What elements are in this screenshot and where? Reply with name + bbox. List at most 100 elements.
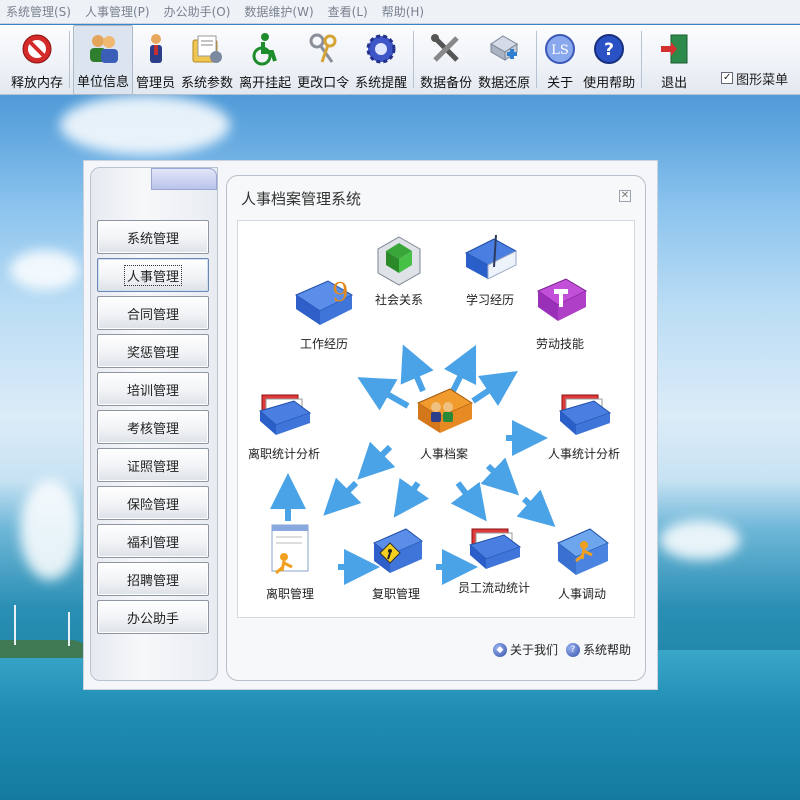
arrow-to-rehire <box>393 477 430 518</box>
menu-personnel[interactable]: 人事管理(P) <box>85 3 150 20</box>
about-us-link[interactable]: ◆ 关于我们 <box>492 641 558 658</box>
data-restore-label: 数据还原 <box>478 76 531 91</box>
arrow-to-labor-skills <box>471 371 518 406</box>
node-label: 工作经历 <box>299 337 348 351</box>
logo-icon: LS <box>543 32 577 66</box>
sidebar-item-label: 保险管理 <box>126 497 179 513</box>
sidebar-item-rewards[interactable]: 奖惩管理 <box>97 334 209 368</box>
node-label: 复职管理 <box>371 587 420 601</box>
toolbar-separator <box>536 31 538 88</box>
cloud <box>20 480 80 580</box>
sidebar-item-office-assistant[interactable]: 办公助手 <box>97 600 209 634</box>
system-help-label: 系统帮助 <box>582 643 631 657</box>
cloud <box>10 250 80 290</box>
node-label: 人事调动 <box>557 587 606 601</box>
folder-stats-icon <box>558 394 612 435</box>
system-params-label: 系统参数 <box>181 76 234 91</box>
unit-info-button[interactable]: 单位信息 <box>73 25 134 95</box>
graphic-menu-label: 图形菜单 <box>736 72 789 88</box>
sidebar-item-label: 系统管理 <box>126 231 179 247</box>
sidebar-tab <box>151 168 217 190</box>
sidebar-item-system[interactable]: 系统管理 <box>97 220 209 254</box>
leave-suspend-button[interactable]: 离开挂起 <box>236 25 294 95</box>
node-label: 离职管理 <box>265 587 314 601</box>
data-backup-button[interactable]: 数据备份 <box>417 25 475 95</box>
work-history-icon: 9 <box>294 278 354 325</box>
cloud <box>660 520 740 560</box>
arrow-to-resign-stats <box>357 441 396 480</box>
wind-turbine <box>14 605 16 645</box>
node-label: 离职统计分析 <box>248 447 321 461</box>
node-label: 劳动技能 <box>535 337 584 351</box>
folder-stats-icon <box>468 528 522 569</box>
admin-label: 管理员 <box>136 76 176 91</box>
close-icon[interactable]: ✕ <box>619 190 631 202</box>
gear-icon <box>364 32 398 66</box>
sidebar-item-label: 人事管理 <box>123 264 183 286</box>
admin-button[interactable]: 管理员 <box>133 25 178 95</box>
menu-bar: 系统管理(S) 人事管理(P) 办公助手(O) 数据维护(W) 查看(L) 帮助… <box>0 0 800 24</box>
sidebar-item-label: 奖惩管理 <box>126 345 179 361</box>
sidebar-item-personnel[interactable]: 人事管理 <box>97 258 209 292</box>
users-icon <box>86 31 120 65</box>
node-work-history[interactable]: 9 工作经历 <box>292 271 356 352</box>
node-resign-stats[interactable]: 离职统计分析 <box>248 387 320 462</box>
cloud <box>60 95 230 155</box>
menu-view[interactable]: 查看(L) <box>328 3 368 20</box>
document-runner-icon <box>271 524 309 575</box>
node-staff-flow-stats[interactable]: 员工流动统计 <box>458 521 530 596</box>
about-button[interactable]: LS 关于 <box>540 25 580 95</box>
release-memory-button[interactable]: 释放内存 <box>8 25 66 95</box>
leave-suspend-label: 离开挂起 <box>239 76 292 91</box>
node-personnel-stats[interactable]: 人事统计分析 <box>548 387 620 462</box>
system-params-button[interactable]: 系统参数 <box>178 25 236 95</box>
personnel-file-icon <box>416 388 474 433</box>
sidebar-item-training[interactable]: 培训管理 <box>97 372 209 406</box>
node-study-history[interactable]: 学习经历 <box>460 233 520 308</box>
arrow-to-staff-flow <box>450 481 487 522</box>
svg-text:LS: LS <box>551 43 569 58</box>
sidebar-item-label: 招聘管理 <box>126 573 179 589</box>
menu-office[interactable]: 办公助手(O) <box>164 3 231 20</box>
node-labor-skills[interactable]: 劳动技能 <box>530 271 590 352</box>
data-backup-label: 数据备份 <box>420 76 473 91</box>
svg-text:9: 9 <box>332 278 349 308</box>
sidebar-item-label: 办公助手 <box>126 611 179 627</box>
arrow-to-transfer-1 <box>480 457 520 496</box>
usage-help-button[interactable]: ? 使用帮助 <box>580 25 638 95</box>
menu-data[interactable]: 数据维护(W) <box>244 3 313 20</box>
node-social-relations[interactable]: 社会关系 <box>372 233 426 308</box>
about-label: 关于 <box>547 76 574 91</box>
usage-help-label: 使用帮助 <box>583 76 636 91</box>
release-memory-label: 释放内存 <box>11 76 64 91</box>
menu-help[interactable]: 帮助(H) <box>382 3 424 20</box>
menu-system[interactable]: 系统管理(S) <box>6 3 71 20</box>
system-help-link[interactable]: ? 系统帮助 <box>565 641 631 658</box>
sidebar-item-recruitment[interactable]: 招聘管理 <box>97 562 209 596</box>
node-label: 员工流动统计 <box>458 581 531 595</box>
node-personnel-file[interactable]: 人事档案 <box>412 381 476 462</box>
node-label: 社会关系 <box>374 293 423 307</box>
node-label: 学习经历 <box>465 293 514 307</box>
content-panel: 人事档案管理系统 ✕ 社会关系 学习经历 9 工作经历 劳动技能 离职统计分析 … <box>226 175 646 681</box>
change-password-button[interactable]: 更改口令 <box>294 25 352 95</box>
graphic-menu-checkbox[interactable]: ✓ <box>721 72 734 84</box>
node-resign-mgmt[interactable]: 离职管理 <box>264 521 316 602</box>
system-reminder-button[interactable]: 系统提醒 <box>352 25 410 95</box>
toolbar-separator <box>69 31 71 88</box>
restore-icon <box>487 32 521 66</box>
node-label: 人事档案 <box>419 447 468 461</box>
data-restore-button[interactable]: 数据还原 <box>475 25 533 95</box>
sidebar-item-welfare[interactable]: 福利管理 <box>97 524 209 558</box>
sidebar-item-insurance[interactable]: 保险管理 <box>97 486 209 520</box>
sidebar-item-assessment[interactable]: 考核管理 <box>97 410 209 444</box>
exit-button[interactable]: 退出 <box>645 25 703 95</box>
sidebar-item-certificates[interactable]: 证照管理 <box>97 448 209 482</box>
node-transfer[interactable]: 人事调动 <box>552 521 612 602</box>
sidebar-item-label: 培训管理 <box>126 383 179 399</box>
toolbar-separator <box>413 31 415 88</box>
change-password-label: 更改口令 <box>297 76 350 91</box>
node-rehire-mgmt[interactable]: 复职管理 <box>366 521 426 602</box>
graphic-menu-toggle[interactable]: ✓ 图形菜单 <box>721 69 789 88</box>
sidebar-item-contract[interactable]: 合同管理 <box>97 296 209 330</box>
